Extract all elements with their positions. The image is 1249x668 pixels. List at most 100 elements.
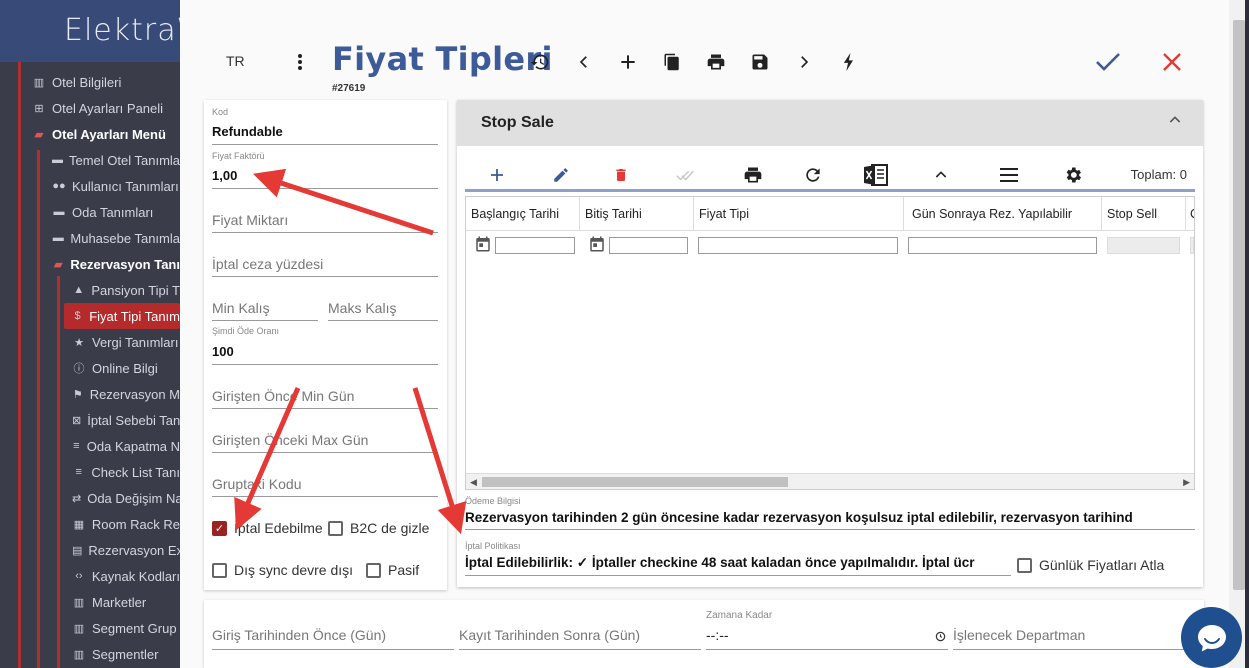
confirm-check-icon[interactable] bbox=[1094, 50, 1122, 74]
kod-field[interactable]: Kod Refundable bbox=[212, 100, 438, 145]
clock-icon[interactable] bbox=[935, 629, 946, 647]
iptal-ceza-placeholder: İptal ceza yüzdesi bbox=[212, 256, 324, 272]
filter-fiyat-tipi-input[interactable] bbox=[698, 237, 898, 254]
filter-stop-sell-input[interactable] bbox=[1107, 237, 1180, 254]
sidebar-item-label: Pansiyon Tipi T bbox=[91, 282, 180, 298]
sidebar-item[interactable]: ▬ Oda Tanımları bbox=[0, 199, 180, 225]
sidebar-item[interactable]: ▥ Marketler bbox=[0, 589, 180, 615]
departman-input[interactable]: İşlenecek Departman bbox=[953, 604, 1195, 650]
edit-pencil-icon[interactable] bbox=[549, 164, 573, 186]
col-c[interactable]: C bbox=[1186, 197, 1194, 231]
add-icon[interactable] bbox=[616, 50, 640, 74]
sidebar-item[interactable]: ≡ Check List Tanı bbox=[0, 459, 180, 485]
sidebar-item[interactable]: ▬ Temel Otel Tanımla bbox=[0, 147, 180, 173]
folder-icon: ▬ bbox=[53, 206, 65, 218]
sidebar-item[interactable]: ▬ Muhasebe Tanımla bbox=[0, 225, 180, 251]
b2c-gizle-checkbox[interactable]: B2C de gizle bbox=[328, 520, 429, 536]
grup-kodu-input[interactable]: Gruptaki Kodu bbox=[212, 453, 438, 497]
sidebar-item[interactable]: ▤ Rezervasyon Ex bbox=[0, 537, 180, 563]
history-icon[interactable] bbox=[528, 50, 552, 74]
min-kalis-input[interactable]: Min Kalış bbox=[212, 277, 318, 321]
close-icon[interactable] bbox=[1160, 50, 1184, 74]
departman-placeholder: İşlenecek Departman bbox=[953, 627, 1086, 643]
sidebar-item[interactable]: ▦ Room Rack Re bbox=[0, 511, 180, 537]
giristen-max-input[interactable]: Girişten Önceki Max Gün bbox=[212, 409, 438, 453]
excel-icon[interactable] bbox=[863, 164, 889, 186]
sidebar-item[interactable]: ⇄ Oda Değişim Na bbox=[0, 485, 180, 511]
giristen-min-input[interactable]: Girişten Önce Min Gün bbox=[212, 365, 438, 409]
delete-trash-icon[interactable] bbox=[609, 164, 633, 186]
add-row-icon[interactable] bbox=[485, 164, 509, 186]
sidebar-item[interactable]: ▰ Rezervasyon Tanı bbox=[0, 251, 180, 277]
odeme-bilgisi-field[interactable]: Ödeme Bilgisi Rezervasyon tarihinden 2 g… bbox=[465, 496, 1195, 530]
filter-bitis-input[interactable] bbox=[609, 237, 688, 254]
col-bitis[interactable]: Bitiş Tarihi bbox=[580, 197, 694, 231]
col-fiyat-tipi[interactable]: Fiyat Tipi bbox=[694, 197, 904, 231]
fiyat-miktari-input[interactable]: Fiyat Miktarı bbox=[212, 189, 438, 233]
fiyat-faktoru-field[interactable]: Fiyat Faktörü 1,00 bbox=[212, 145, 438, 189]
language-selector[interactable]: TR bbox=[226, 53, 245, 69]
done-all-icon[interactable] bbox=[673, 164, 697, 186]
filter-baslangic-input[interactable] bbox=[495, 237, 575, 254]
col-gun-sonraya[interactable]: Gün Sonraya Rez. Yapılabilir bbox=[904, 197, 1102, 231]
copy-icon[interactable] bbox=[660, 50, 684, 74]
print-icon[interactable] bbox=[704, 50, 728, 74]
sidebar-item[interactable]: ▰ Otel Ayarları Menü bbox=[0, 121, 180, 147]
dis-sync-checkbox[interactable]: Dış sync devre dışı bbox=[212, 562, 353, 578]
sidebar-item[interactable]: ⓘ Online Bilgi bbox=[0, 355, 180, 381]
zamana-kadar-value: --:-- bbox=[706, 627, 729, 643]
stop-sale-header[interactable]: Stop Sale bbox=[457, 100, 1203, 146]
sidebar-item[interactable]: ≡ Oda Kapatma N bbox=[0, 433, 180, 459]
next-icon[interactable] bbox=[792, 50, 816, 74]
refresh-icon[interactable] bbox=[801, 164, 825, 186]
calendar-icon[interactable] bbox=[588, 235, 606, 253]
sidebar-item-label: Temel Otel Tanımla bbox=[69, 152, 180, 168]
sidebar: ElektraW ▥ Otel Bilgileri ⊞ Otel Ayarları P… bbox=[0, 0, 180, 668]
hscroll-thumb[interactable] bbox=[482, 477, 788, 487]
iptal-politikasi-field[interactable]: İptal Politikası İptal Edilebilirlik: ✓ … bbox=[465, 541, 1011, 576]
iptal-ceza-input[interactable]: İptal ceza yüzdesi bbox=[212, 233, 438, 277]
sidebar-item[interactable]: ⊠ İptal Sebebi Tan bbox=[0, 407, 180, 433]
simdi-ode-field[interactable]: Şimdi Öde Oranı 100 bbox=[212, 321, 438, 365]
pasif-checkbox[interactable]: Pasif bbox=[366, 562, 419, 578]
gunluk-fiyat-checkbox[interactable]: Günlük Fiyatları Atla bbox=[1017, 557, 1164, 573]
sidebar-item[interactable]: ▥ Otel Bilgileri bbox=[0, 69, 180, 95]
giris-tarihinden-input[interactable]: Giriş Tarihinden Önce (Gün) bbox=[212, 604, 454, 650]
filter-c-input[interactable] bbox=[1190, 237, 1194, 254]
sidebar-item[interactable]: ▥ Segmentler bbox=[0, 641, 180, 667]
kayit-tarihinden-input[interactable]: Kayıt Tarihinden Sonra (Gün) bbox=[459, 604, 701, 650]
sidebar-item[interactable]: ★ Vergi Tanımları bbox=[0, 329, 180, 355]
sidebar-item[interactable]: ⚑ Rezervasyon M bbox=[0, 381, 180, 407]
save-icon[interactable] bbox=[748, 50, 772, 74]
sidebar-item[interactable]: $ Fiyat Tipi Tanım bbox=[64, 303, 180, 329]
grid-icon: ▦ bbox=[73, 518, 85, 531]
store-icon: ▥ bbox=[73, 596, 85, 609]
settings-gear-icon[interactable] bbox=[1061, 164, 1085, 186]
scroll-left-icon[interactable]: ◀ bbox=[470, 477, 477, 488]
sidebar-item[interactable]: ▥ Segment Grup bbox=[0, 615, 180, 641]
sidebar-item[interactable]: ‹› Kaynak Kodları bbox=[0, 563, 180, 589]
maks-kalis-input[interactable]: Maks Kalış bbox=[328, 277, 438, 321]
grid-print-icon[interactable] bbox=[741, 164, 765, 186]
chat-bubble-button[interactable] bbox=[1181, 607, 1242, 668]
flash-icon[interactable] bbox=[836, 50, 860, 74]
vscroll-thumb[interactable] bbox=[1233, 20, 1245, 590]
grid-hscrollbar[interactable]: ◀ ▶ bbox=[466, 473, 1194, 489]
checkbox-checked-icon: ✓ bbox=[212, 520, 227, 536]
col-baslangic[interactable]: Başlangıç Tarihi bbox=[466, 197, 580, 231]
calendar-icon[interactable] bbox=[474, 235, 492, 253]
sidebar-item-label: Oda Tanımları bbox=[72, 204, 154, 220]
chevron-up-icon[interactable] bbox=[1167, 112, 1183, 133]
more-vert-icon[interactable] bbox=[288, 50, 312, 74]
chevron-up-icon[interactable] bbox=[929, 164, 953, 186]
sidebar-item[interactable]: ▲ Pansiyon Tipi T bbox=[0, 277, 180, 303]
previous-icon[interactable] bbox=[572, 50, 596, 74]
zamana-kadar-input[interactable]: Zamana Kadar --:-- bbox=[706, 604, 948, 650]
filter-gun-sonraya-input[interactable] bbox=[908, 237, 1097, 254]
scroll-right-icon[interactable]: ▶ bbox=[1183, 477, 1190, 488]
menu-icon[interactable] bbox=[997, 164, 1021, 186]
sidebar-item[interactable]: ●● Kullanıcı Tanımları bbox=[0, 173, 180, 199]
sidebar-item[interactable]: ⊞ Otel Ayarları Paneli bbox=[0, 95, 180, 121]
col-stop-sell[interactable]: Stop Sell bbox=[1102, 197, 1186, 231]
iptal-edebilme-checkbox[interactable]: ✓ İptal Edebilme bbox=[212, 520, 323, 536]
